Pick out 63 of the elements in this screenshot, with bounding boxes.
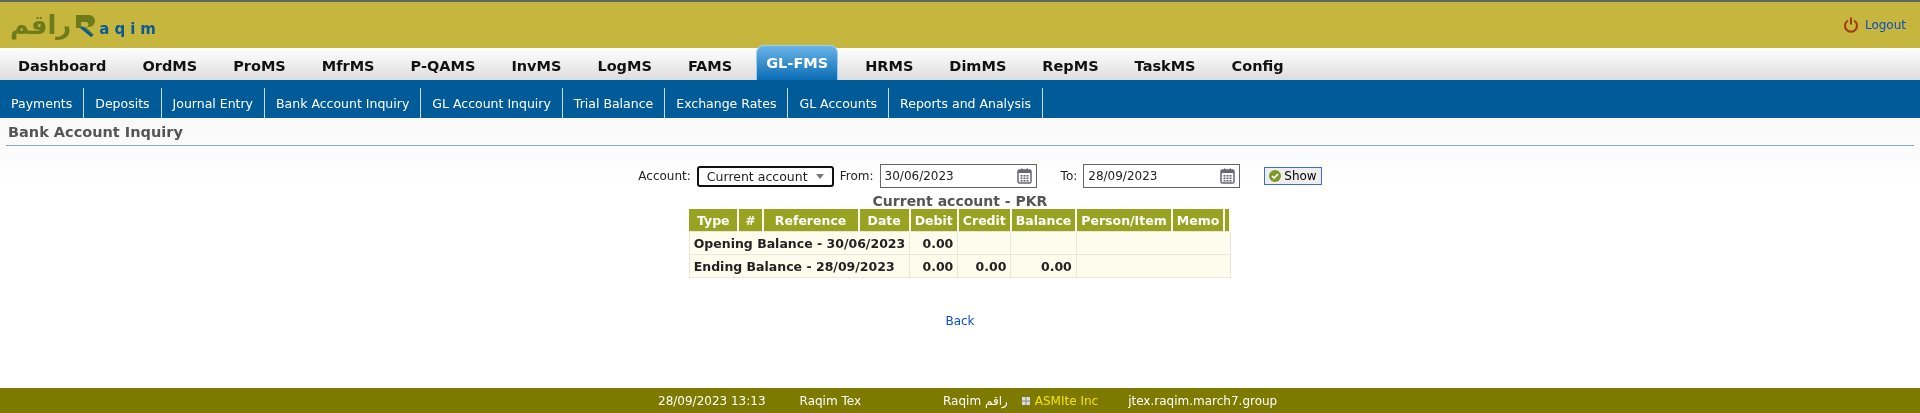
show-button[interactable]: Show (1264, 167, 1322, 185)
submenu-item[interactable]: Exchange Rates (665, 88, 789, 118)
logout-link[interactable]: Logout (1864, 18, 1906, 32)
submenu-item[interactable]: GL Account Inquiry (421, 88, 563, 118)
company-text: Raqim Tex (799, 393, 861, 408)
column-header: Debit (909, 209, 958, 232)
column-header: Credit (957, 209, 1011, 232)
menu-tab[interactable]: P-QAMS (394, 52, 492, 80)
submenu-item[interactable]: Trial Balance (562, 88, 666, 118)
table-cell: 0.00 (909, 231, 958, 255)
logo-arabic-text: راقم (10, 10, 72, 40)
table-cell: 0.00 (909, 254, 958, 278)
column-header: # (738, 209, 763, 232)
submenu-item[interactable]: Reports and Analysis (889, 88, 1043, 118)
submenu-item[interactable]: Bank Account Inquiry (265, 88, 422, 118)
menu-tab[interactable]: Dashboard (2, 52, 123, 80)
back-link[interactable]: Back (945, 314, 975, 328)
table-cell: Opening Balance - 30/06/2023 (689, 231, 910, 255)
menu-tab[interactable]: OrdMS (126, 52, 214, 80)
menu-tab[interactable]: HRMS (849, 52, 930, 80)
field-label: To: (1060, 169, 1078, 183)
menu-tab[interactable]: Config (1215, 52, 1300, 80)
column-header: Person/Item (1076, 209, 1172, 232)
menu-tab[interactable]: InvMS (495, 52, 578, 80)
datetime-text: 28/09/2023 13:13 (658, 393, 766, 408)
submenu-item[interactable]: GL Accounts (788, 88, 890, 118)
menu-tab[interactable]: LogMS (581, 52, 668, 80)
field-label: Account: (638, 169, 691, 183)
brand-text: Raqim راقم (943, 393, 1008, 408)
submenu-item[interactable]: Journal Entry (161, 88, 265, 118)
page-title: Bank Account Inquiry (6, 118, 1914, 146)
power-icon[interactable] (1842, 17, 1859, 33)
submenu-item[interactable]: Payments (0, 88, 85, 118)
column-header: Date (858, 209, 910, 232)
date-field[interactable]: 30/06/2023 (879, 164, 1037, 188)
host-text: jtex.raqim.march7.group (1128, 393, 1278, 408)
menu-tab[interactable]: FAMS (671, 52, 749, 80)
menu-tab[interactable]: MfrMS (305, 52, 391, 80)
check-icon (1269, 170, 1282, 182)
vendor-link[interactable]: ASMIte Inc (1034, 393, 1099, 408)
menu-tab[interactable]: RepMS (1026, 52, 1115, 80)
column-header: Balance (1010, 209, 1077, 232)
menu-tab[interactable]: ProMS (217, 52, 302, 80)
calendar-icon[interactable] (1016, 168, 1032, 184)
logo-mark-icon (74, 13, 97, 37)
calendar-icon[interactable] (1220, 168, 1236, 184)
logo-text: aqim (99, 20, 161, 38)
menu-tab[interactable]: GL-FMS (756, 45, 839, 80)
menu-tab[interactable]: TaskMS (1118, 52, 1212, 80)
date-field[interactable]: 28/09/2023 (1083, 164, 1241, 188)
table-title: Current account - PKR (872, 193, 1048, 209)
table-cell: Ending Balance - 28/09/2023 (689, 254, 910, 278)
table-cell: 0.00 (1010, 254, 1077, 278)
table-cell: 0.00 (957, 254, 1011, 278)
column-header: Type (689, 209, 739, 232)
menu-tab[interactable]: DimMS (933, 52, 1023, 80)
account-select[interactable]: Current account (696, 165, 834, 187)
column-header: Reference (762, 209, 859, 232)
submenu-item[interactable]: Deposits (84, 88, 162, 118)
grid-icon (1021, 396, 1030, 405)
column-header: Memo (1171, 209, 1225, 232)
field-label: From: (839, 169, 874, 183)
dropdown-caret-icon (815, 173, 824, 179)
